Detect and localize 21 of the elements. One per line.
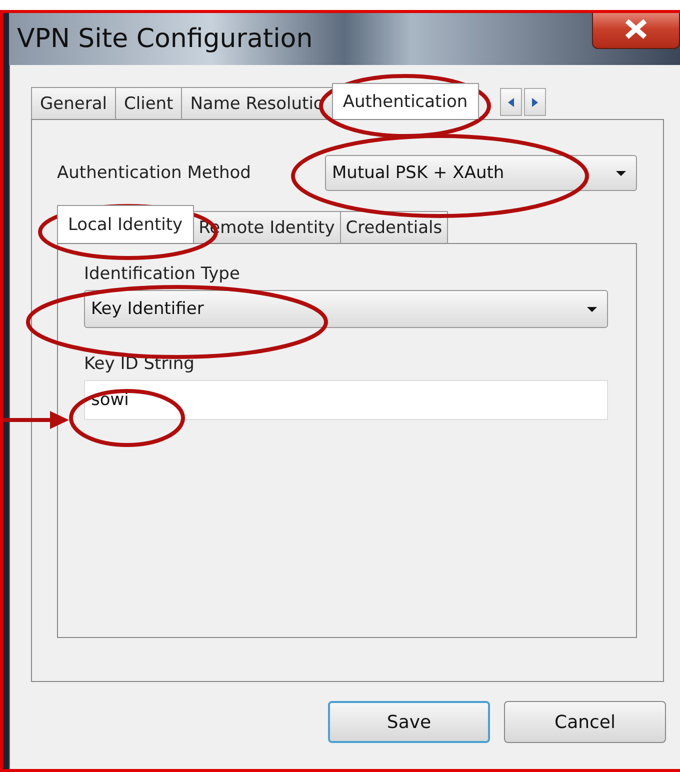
left-arrow-icon <box>508 98 514 106</box>
caret-icon <box>616 170 626 176</box>
tab[interactable]: Local Identity <box>57 205 194 243</box>
caret-icon <box>587 306 597 312</box>
tab[interactable]: Credentials <box>340 211 448 243</box>
field-label: Authentication Method <box>57 163 251 183</box>
close-icon <box>623 18 649 40</box>
dropdown[interactable]: Mutual PSK + XAuth <box>325 155 637 191</box>
pointer-arrow <box>3 411 69 429</box>
scroll-left-button[interactable] <box>500 88 522 116</box>
scroll-right-button[interactable] <box>524 88 546 116</box>
tab[interactable]: General <box>31 87 116 119</box>
field-label: Identification Type <box>84 264 240 284</box>
tab[interactable]: Client <box>115 87 182 119</box>
right-arrow-icon <box>532 98 538 106</box>
dialog-button[interactable]: Save <box>328 701 490 743</box>
window-title: VPN Site Configuration <box>17 24 313 54</box>
close-button[interactable] <box>592 13 680 49</box>
dialog-button[interactable]: Cancel <box>504 701 666 743</box>
tab[interactable]: Authentication <box>332 83 479 119</box>
dropdown[interactable]: Key Identifier <box>84 290 608 328</box>
